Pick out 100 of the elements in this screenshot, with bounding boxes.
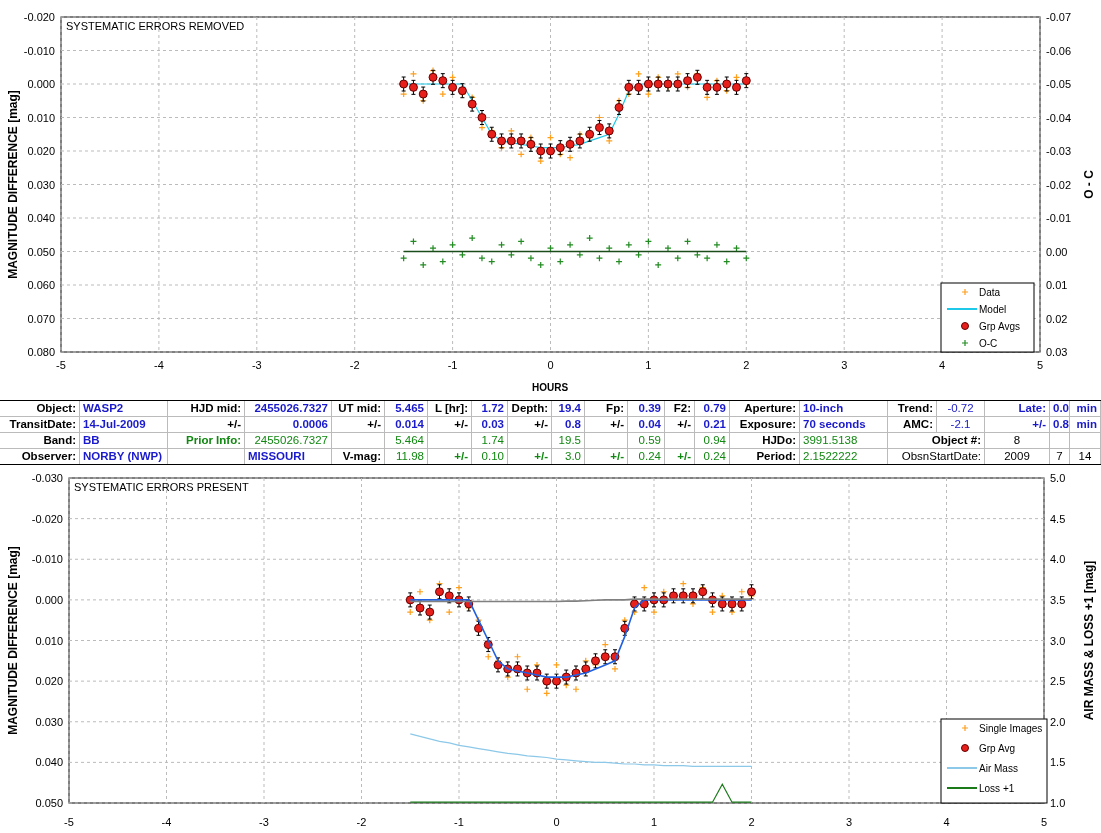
legend-label: Model (979, 304, 1007, 315)
axis-tick-label: -0.03 (1046, 145, 1072, 157)
table-cell: 1.72 (472, 401, 508, 416)
axis-title: HOURS (531, 382, 569, 393)
legend-label: Single Images (979, 723, 1043, 734)
axis-tick-label: 0.000 (27, 78, 55, 90)
axis-tick-label: 2 (748, 816, 755, 828)
axis-tick-label: 3.0 (1050, 634, 1066, 647)
table-cell: 2.1522222 (800, 449, 888, 464)
table-cell: +/- (508, 449, 552, 464)
table-cell: L [hr]: (428, 401, 472, 416)
table-cell: 5.465 (385, 401, 428, 416)
table-cell: 0.94 (695, 433, 730, 448)
axis-tick-label: -0.010 (23, 44, 55, 57)
table-cell: 0.24 (695, 449, 730, 464)
table-cell: Depth: (508, 401, 552, 416)
table-cell: 8 (985, 433, 1050, 448)
axis-tick-label: -0.06 (1046, 44, 1072, 57)
table-cell: min (1070, 401, 1101, 416)
axis-title: AIR MASS & LOSS +1 [mag] (1082, 560, 1096, 721)
axis-tick-label: 0.000 (35, 593, 63, 606)
axis-tick-label: -5 (64, 816, 74, 828)
table-cell: AMC: (888, 417, 937, 432)
legend-label: Air Mass (979, 763, 1018, 774)
table-cell: +/- (665, 449, 695, 464)
axis-tick-label: -0.01 (1046, 212, 1072, 224)
table-cell: 5.464 (385, 433, 428, 448)
axis-tick-label: 2.5 (1050, 675, 1066, 688)
table-cell: +/- (585, 449, 628, 464)
axis-tick-label: -4 (161, 816, 172, 828)
axis-tick-label: 0.03 (1046, 346, 1068, 358)
table-cell: 0.8 (552, 417, 585, 432)
axis-tick-label: 0.020 (35, 675, 63, 688)
table-cell: Fp: (585, 401, 628, 416)
chart-title: SYSTEMATIC ERRORS PRESENT (74, 481, 249, 493)
axis-tick-label: 3.5 (1050, 593, 1066, 606)
table-cell: 0.10 (472, 449, 508, 464)
table-cell: 11.98 (385, 449, 428, 464)
table-cell: 7 (1050, 449, 1070, 464)
axis-tick-label: 3 (841, 359, 848, 371)
axis-tick-label: -1 (454, 816, 464, 828)
axis-tick-label: 0.010 (35, 634, 63, 647)
axis-tick-label: 0.040 (35, 756, 63, 769)
table-cell: BB (80, 433, 168, 448)
axis-tick-label: -3 (259, 816, 269, 828)
axis-tick-label: -0.010 (31, 553, 63, 566)
table-cell: HJD mid: (168, 401, 245, 416)
axis-tick-label: -2 (356, 816, 367, 828)
axis-tick-label: -3 (251, 359, 262, 371)
table-cell: 0.04 (628, 417, 665, 432)
table-cell: 0.24 (628, 449, 665, 464)
axis-tick-label: -0.02 (1046, 178, 1072, 191)
table-cell: Late: (985, 401, 1050, 416)
axis-tick-label: 0.00 (1046, 245, 1068, 258)
table-cell: MISSOURI (245, 449, 332, 464)
legend-label: Loss +1 (979, 783, 1015, 794)
table-cell: 0.014 (385, 417, 428, 432)
axis-tick-label: 0.02 (1046, 312, 1068, 325)
axis-title: MAGNITUDE DIFFERENCE [mag] (6, 90, 20, 279)
legend-label: Grp Avg (979, 743, 1015, 754)
axis-tick-label: 0.070 (27, 312, 55, 325)
table-cell: 2455026.7327 (245, 433, 332, 448)
table-cell: Band: (0, 433, 80, 448)
table-cell: F2: (665, 401, 695, 416)
table-cell: 3.0 (552, 449, 585, 464)
axis-tick-label: 3 (845, 816, 853, 828)
axis-tick-label: 2.0 (1050, 715, 1066, 728)
table-cell: 70 seconds (800, 417, 888, 432)
table-cell: Object #: (888, 433, 985, 448)
table-cell: 0.79 (695, 401, 730, 416)
axis-tick-label: 4.5 (1050, 512, 1066, 525)
table-cell: 3991.5138 (800, 433, 888, 448)
table-cell: 2009 (985, 449, 1050, 464)
axis-tick-label: 1.5 (1050, 756, 1066, 769)
table-cell: Aperture: (730, 401, 800, 416)
axis-tick-label: 1 (650, 816, 658, 828)
table-cell: +/- (428, 417, 472, 432)
table-cell: +/- (168, 417, 245, 432)
table-cell: WASP2 (80, 401, 168, 416)
legend-label: Grp Avgs (979, 321, 1020, 332)
axis-tick-label: 5 (1040, 816, 1048, 828)
table-cell: 1.74 (472, 433, 508, 448)
table-cell: Observer: (0, 449, 80, 464)
axis-tick-label: 0.050 (35, 797, 63, 809)
table-cell: 0.21 (695, 417, 730, 432)
table-cell: +/- (428, 449, 472, 464)
axis-tick-label: -5 (56, 359, 66, 371)
axis-tick-label: 4 (939, 359, 946, 371)
axis-tick-label: 1 (645, 359, 652, 371)
table-cell: 0.0006 (245, 417, 332, 432)
axis-tick-label: 0.01 (1046, 279, 1068, 291)
axis-tick-label: -1 (447, 359, 458, 371)
axis-tick-label: -0.030 (31, 472, 63, 484)
table-cell: V-mag: (332, 449, 385, 464)
legend-label: O-C (979, 338, 998, 349)
axis-tick-label: 2 (743, 359, 750, 371)
table-cell: 19.4 (552, 401, 585, 416)
table-cell: HJDo: (730, 433, 800, 448)
table-cell: ObsnStartDate: (888, 449, 985, 464)
table-cell: Prior Info: (168, 433, 245, 448)
